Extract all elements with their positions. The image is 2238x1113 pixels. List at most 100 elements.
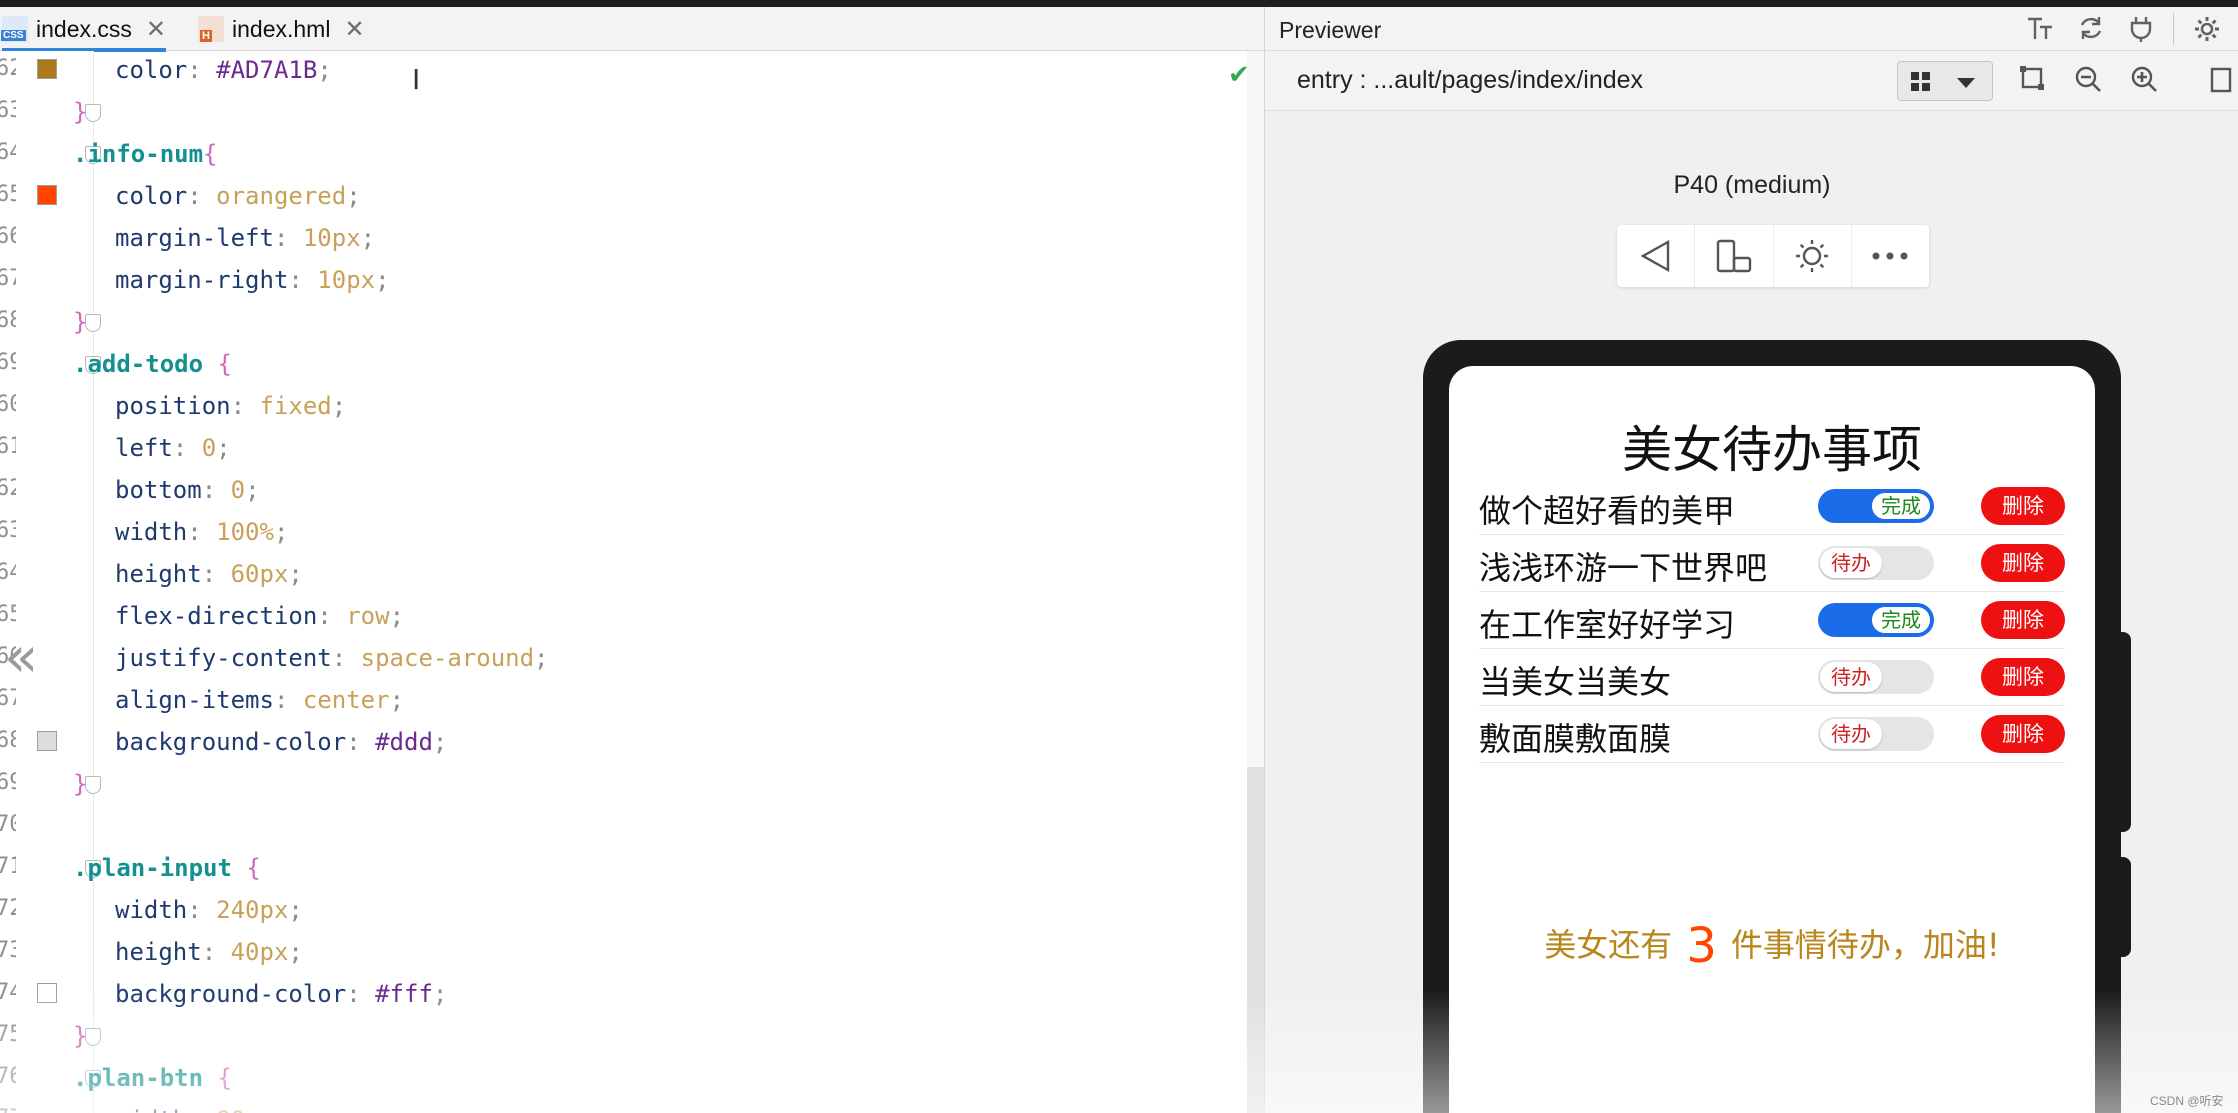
status-toggle[interactable]: 完成 [1818,603,1934,637]
line-number: 68 [0,728,16,753]
tab-index-hml[interactable]: index.hml ✕ [198,7,365,51]
info-before: 美女还有 [1544,926,1673,964]
code-token: color [115,56,188,84]
code-line[interactable]: 65 flex-direction: row; [0,596,1240,638]
color-swatch-icon[interactable] [37,731,57,751]
code-line[interactable]: 63} [0,92,1240,134]
code-line[interactable]: 66 margin-left: 10px; [0,218,1240,260]
rotate-button[interactable] [1695,225,1774,287]
code-token: .plan-btn [73,1064,218,1092]
line-number: 69 [0,350,16,375]
theme-button[interactable] [1774,225,1852,287]
text-cursor-icon: I [412,63,421,96]
fit-window-icon[interactable] [2205,65,2238,99]
zoom-in-icon[interactable] [2127,65,2161,99]
code-token: : [201,560,231,588]
delete-button[interactable]: 删除 [1981,487,2065,525]
code-line[interactable]: 66 justify-content: space-around; [0,638,1240,680]
code-line[interactable]: 64 height: 60px; [0,554,1240,596]
zoom-out-icon[interactable] [2071,65,2105,99]
font-size-icon[interactable] [2025,15,2057,45]
color-swatch-icon[interactable] [37,983,57,1003]
code-line[interactable]: 62 bottom: 0; [0,470,1240,512]
device-toolbar [1617,225,1929,287]
delete-button[interactable]: 删除 [1981,544,2065,582]
code-line[interactable]: 67 margin-right: 10px; [0,260,1240,302]
code-line[interactable]: 67 align-items: center; [0,680,1240,722]
device-label: P40 (medium) [1673,171,1831,199]
code-line[interactable]: 64 .info-num{ [0,134,1240,176]
code-line[interactable]: 71 .plan-input { [0,848,1240,890]
code-editor[interactable]: index.css ✕ index.hml ✕ 62 color: #AD7A1B… [0,7,1264,1113]
code-line[interactable]: 68} [0,302,1240,344]
line-number: 72 [0,896,16,921]
line-number: 70 [0,812,16,837]
code-token: bottom [115,476,202,504]
code-token: #ddd [375,728,433,756]
code-token: margin-left [115,224,274,252]
close-tab-icon[interactable]: ✕ [344,15,364,44]
code-token: ; [346,182,361,210]
code-token: margin-right [115,266,289,294]
code-line[interactable]: 62 color: #AD7A1B; [0,50,1240,92]
code-line[interactable]: 60 position: fixed; [0,386,1240,428]
layout-dropdown-button[interactable] [1897,61,1993,101]
line-number: 73 [0,938,16,963]
code-text: margin-right: 10px; [115,266,390,294]
window-top-strip [0,0,2238,7]
code-line[interactable]: 69} [0,764,1240,806]
status-toggle[interactable]: 待办 [1818,660,1934,694]
code-line[interactable]: 72 width: 240px; [0,890,1240,932]
code-line[interactable]: 75} [0,1016,1240,1058]
code-line[interactable]: 69 .add-todo { [0,344,1240,386]
crop-frame-icon[interactable] [2015,65,2049,99]
code-line[interactable]: 68 background-color: #ddd; [0,722,1240,764]
code-token: ; [432,728,448,756]
status-toggle[interactable]: 完成 [1818,489,1934,523]
previewer-title: Previewer [1279,17,1382,43]
code-token: : [230,392,260,420]
back-button[interactable] [1617,225,1696,287]
status-toggle[interactable]: 待办 [1818,546,1934,580]
tab-label: index.hml [232,15,331,42]
code-line[interactable]: 73 height: 40px; [0,932,1240,974]
code-text: background-color: #fff; [115,980,447,1008]
delete-button[interactable]: 删除 [1981,601,2065,639]
code-text: width: 240px; [115,896,303,924]
code-text: } [73,1022,87,1050]
code-token: ; [389,602,405,630]
refresh-icon[interactable] [2075,15,2107,45]
code-line[interactable]: 63 width: 100%; [0,512,1240,554]
code-line[interactable]: 76 .plan-btn { [0,1058,1240,1100]
plug-icon[interactable] [2125,15,2157,45]
code-line[interactable]: 77 width: 80 [0,1100,1240,1113]
line-number: 76 [0,1064,16,1089]
code-line[interactable]: 61 left: 0; [0,428,1240,470]
more-button[interactable] [1852,225,1929,287]
code-token: ; [216,434,231,462]
status-toggle[interactable]: 待办 [1818,717,1934,751]
color-swatch-icon[interactable] [37,185,57,205]
watermark: CSDN @听安 [2150,1094,2224,1108]
color-swatch-icon[interactable] [37,59,57,79]
todo-item: 浅浅环游一下世界吧 待办 删除 [1479,535,2065,592]
code-token: ; [288,938,303,966]
todo-item: 在工作室好好学习 完成 删除 [1479,592,2065,649]
line-number: 75 [0,1022,16,1047]
code-line[interactable]: 74 background-color: #fff; [0,974,1240,1016]
code-line[interactable]: 65 color: orangered; [0,176,1240,218]
code-token: align-items [115,686,274,714]
delete-button[interactable]: 删除 [1981,715,2065,753]
close-tab-icon[interactable]: ✕ [146,15,166,44]
editor-scrollbar-thumb[interactable] [1247,767,1264,1113]
delete-button[interactable]: 删除 [1981,658,2065,696]
code-text: align-items: center; [115,686,404,714]
tab-index-css[interactable]: index.css ✕ [1,7,166,52]
line-number: 63 [0,98,16,123]
code-token: : [346,728,376,756]
code-area[interactable]: 62 color: #AD7A1B; 63} 64 .info-num{65 color:… [0,51,1264,1113]
code-token: height [115,560,202,588]
collapse-panel-arrow-icon[interactable]: « [4,625,38,690]
code-line[interactable]: 70 [0,806,1240,848]
settings-icon[interactable] [2191,15,2223,45]
